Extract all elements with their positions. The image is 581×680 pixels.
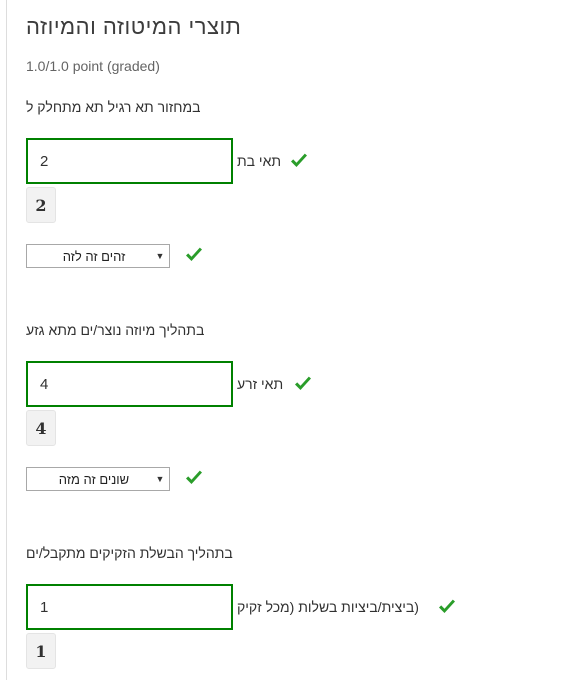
checkmark-icon xyxy=(439,599,455,613)
problem-score: 1.0/1.0 point (graded) xyxy=(26,58,160,74)
question-3-unit-label: (ביצית/ביציות בשלות (מכל זקיק xyxy=(237,599,419,615)
question-2-text: בתהליך מיוזה נוצר/ים מתא גזע xyxy=(26,322,205,338)
question-2-unit-label: תאי זרע xyxy=(237,376,284,392)
question-2-input[interactable] xyxy=(26,361,233,407)
checkmark-icon xyxy=(295,376,311,390)
question-1-unit-label: תאי בת xyxy=(237,153,282,169)
question-2-dropdown-value: שונים זה מזה xyxy=(58,471,130,487)
question-2-preview: 4 xyxy=(26,410,56,446)
question-1-dropdown[interactable]: זהים זה לזה ▼ xyxy=(26,244,170,268)
question-1-dropdown-value: זהים זה לזה xyxy=(62,248,126,264)
question-1-text: במחזור תא רגיל תא מתחלק ל xyxy=(26,99,201,115)
question-3-preview: 1 xyxy=(26,633,56,669)
checkmark-icon xyxy=(291,153,307,167)
triangle-down-icon: ▼ xyxy=(155,251,165,261)
question-3-text: בתהליך הבשלת הזקיקים מתקבל/ים xyxy=(26,545,233,561)
question-2-dropdown[interactable]: שונים זה מזה ▼ xyxy=(26,467,170,491)
problem-title: תוצרי המיטוזה והמיוזה xyxy=(26,14,242,39)
checkmark-icon xyxy=(186,470,202,484)
question-1-input[interactable] xyxy=(26,138,233,184)
triangle-down-icon: ▼ xyxy=(155,474,165,484)
checkmark-icon xyxy=(186,247,202,261)
question-3-input[interactable] xyxy=(26,584,233,630)
left-border xyxy=(6,0,7,680)
question-1-preview: 2 xyxy=(26,187,56,223)
